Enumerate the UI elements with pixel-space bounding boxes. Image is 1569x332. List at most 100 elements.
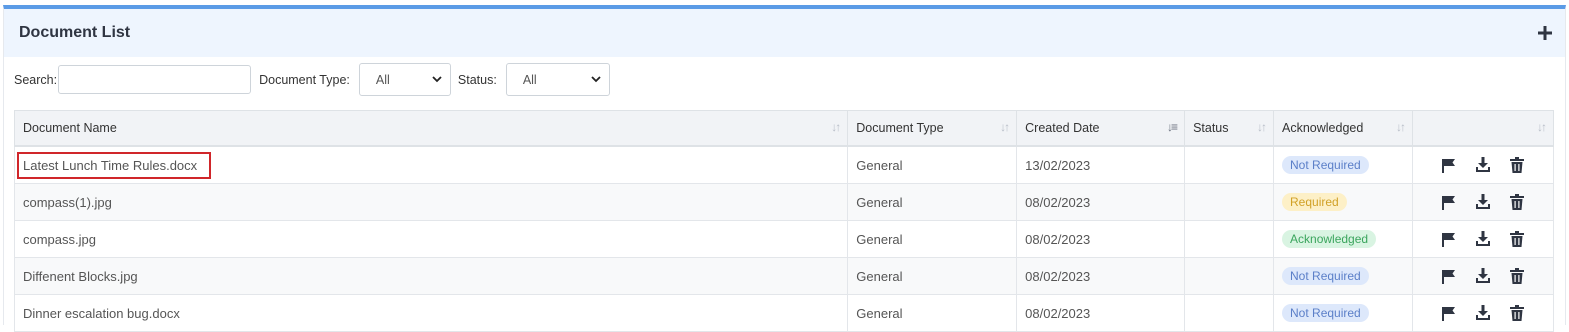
table-row: compass(1).jpg General 08/02/2023 Requir…	[13, 183, 1555, 221]
cell-document-type: General	[847, 257, 1018, 295]
download-icon	[1475, 305, 1490, 320]
col-header-label: Status	[1193, 121, 1229, 135]
table-header-row: Document Name ↓↑ Document Type ↓↑ Created …	[13, 110, 1555, 147]
cell-status	[1184, 294, 1275, 332]
cell-document-name[interactable]: Diffenent Blocks.jpg	[13, 257, 849, 295]
cell-document-name[interactable]: compass(1).jpg	[13, 183, 849, 221]
acknowledged-badge: Acknowledged	[1282, 230, 1377, 248]
sort-desc-icon: ↓≡	[1167, 120, 1178, 134]
cell-acknowledged: Not Required	[1273, 294, 1413, 332]
flag-icon	[1442, 232, 1456, 247]
doctype-select[interactable]: All	[358, 63, 451, 96]
col-header-document-type[interactable]: Document Type ↓↑	[847, 110, 1018, 147]
document-type-text: General	[856, 268, 903, 284]
cell-status	[1184, 183, 1275, 221]
flag-button[interactable]	[1441, 268, 1457, 284]
col-header-created-date[interactable]: Created Date ↓≡	[1016, 110, 1186, 147]
cell-created-date: 08/02/2023	[1016, 183, 1186, 221]
col-header-label: Created Date	[1025, 121, 1100, 135]
download-button[interactable]	[1475, 231, 1491, 247]
cell-document-name[interactable]: compass.jpg	[13, 220, 849, 258]
flag-button[interactable]	[1441, 194, 1457, 210]
delete-button[interactable]	[1509, 157, 1525, 173]
cell-document-name[interactable]: Dinner escalation bug.docx	[13, 294, 849, 332]
delete-button[interactable]	[1509, 268, 1525, 284]
download-icon	[1475, 268, 1490, 283]
trash-icon	[1509, 305, 1524, 321]
plus-icon	[1538, 26, 1552, 40]
acknowledged-badge: Not Required	[1282, 304, 1369, 322]
download-button[interactable]	[1475, 194, 1491, 210]
table-row: Latest Lunch Time Rules.docx General 13/…	[13, 145, 1555, 184]
cell-acknowledged: Required	[1273, 183, 1413, 221]
cell-status	[1184, 145, 1275, 184]
col-header-status[interactable]: Status ↓↑	[1184, 110, 1275, 147]
document-type-text: General	[856, 157, 903, 173]
flag-icon	[1442, 158, 1456, 173]
document-type-text: General	[856, 231, 903, 247]
flag-button[interactable]	[1441, 157, 1457, 173]
document-name-link[interactable]: Dinner escalation bug.docx	[23, 306, 180, 321]
chevron-down-icon	[591, 76, 601, 83]
flag-icon	[1442, 269, 1456, 284]
flag-icon	[1442, 306, 1456, 321]
cell-actions	[1411, 183, 1555, 221]
col-header-label: Document Type	[856, 121, 944, 135]
add-document-button[interactable]	[1533, 21, 1557, 45]
sort-icon: ↓↑	[1537, 120, 1547, 134]
created-date-text: 08/02/2023	[1025, 268, 1091, 284]
chevron-down-icon	[432, 76, 442, 83]
table-row: compass.jpg General 08/02/2023 Acknowled…	[13, 220, 1555, 258]
col-header-label: Acknowledged	[1282, 121, 1364, 135]
cell-document-name[interactable]: Latest Lunch Time Rules.docx	[13, 145, 849, 184]
doctype-select-value: All	[375, 72, 390, 87]
download-button[interactable]	[1475, 157, 1491, 173]
panel-header: Document List	[4, 9, 1565, 57]
trash-icon	[1509, 157, 1524, 173]
document-name-link[interactable]: Latest Lunch Time Rules.docx	[17, 151, 212, 179]
col-header-acknowledged[interactable]: Acknowledged ↓↑	[1273, 110, 1413, 147]
cell-document-type: General	[847, 220, 1018, 258]
download-button[interactable]	[1475, 305, 1491, 321]
trash-icon	[1509, 268, 1524, 284]
document-type-text: General	[856, 305, 903, 321]
cell-document-type: General	[847, 183, 1018, 221]
document-name-link[interactable]: compass.jpg	[23, 232, 96, 247]
search-input[interactable]	[58, 65, 252, 94]
acknowledged-badge: Not Required	[1282, 156, 1369, 174]
cell-acknowledged: Not Required	[1273, 257, 1413, 295]
cell-created-date: 08/02/2023	[1016, 257, 1186, 295]
doctype-label: Document Type:	[259, 72, 350, 87]
download-button[interactable]	[1475, 268, 1491, 284]
acknowledged-badge: Required	[1282, 193, 1347, 211]
status-label: Status:	[457, 72, 497, 87]
delete-button[interactable]	[1509, 231, 1525, 247]
sort-icon: ↓↑	[1395, 120, 1406, 134]
filter-bar: Search: Document Type: All Status: All	[14, 63, 618, 96]
created-date-text: 08/02/2023	[1025, 231, 1091, 247]
flag-icon	[1442, 195, 1456, 210]
download-icon	[1475, 194, 1490, 209]
cell-status	[1184, 257, 1275, 295]
download-icon	[1475, 157, 1490, 172]
delete-button[interactable]	[1509, 305, 1525, 321]
created-date-text: 13/02/2023	[1025, 157, 1091, 173]
cell-actions	[1411, 257, 1555, 295]
delete-button[interactable]	[1509, 194, 1525, 210]
col-header-actions[interactable]: ↓↑	[1411, 110, 1555, 147]
cell-created-date: 13/02/2023	[1016, 145, 1186, 184]
document-name-link[interactable]: compass(1).jpg	[23, 195, 112, 210]
cell-actions	[1411, 294, 1555, 332]
table-row: Diffenent Blocks.jpg General 08/02/2023 …	[13, 257, 1555, 295]
created-date-text: 08/02/2023	[1025, 305, 1091, 321]
cell-acknowledged: Not Required	[1273, 145, 1413, 184]
status-select[interactable]: All	[505, 63, 610, 96]
cell-actions	[1411, 145, 1555, 184]
panel-title: Document List	[19, 24, 131, 41]
col-header-document-name[interactable]: Document Name ↓↑	[13, 110, 849, 147]
cell-document-type: General	[847, 294, 1018, 332]
flag-button[interactable]	[1441, 305, 1457, 321]
acknowledged-badge: Not Required	[1282, 267, 1369, 285]
document-name-link[interactable]: Diffenent Blocks.jpg	[23, 269, 138, 284]
flag-button[interactable]	[1441, 231, 1457, 247]
